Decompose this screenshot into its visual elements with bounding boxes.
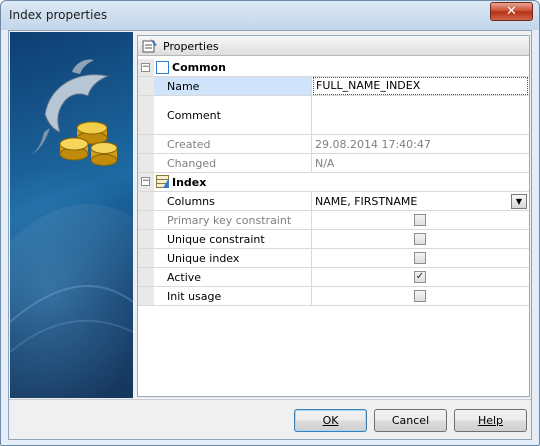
primary-key-checkbox: [414, 214, 426, 226]
name-value-input[interactable]: FULL_NAME_INDEX: [313, 77, 528, 95]
row-gutter: [138, 154, 154, 172]
property-label: Columns: [154, 192, 312, 210]
row-gutter: [138, 249, 154, 267]
panel-header: Properties: [138, 36, 529, 56]
category-label: Common: [172, 61, 226, 74]
property-label: Comment: [154, 96, 312, 134]
index-properties-window: Index properties ✕ Properties − Common N…: [0, 0, 540, 446]
help-button[interactable]: Help: [454, 409, 527, 432]
unique-index-checkbox[interactable]: [414, 252, 426, 264]
columns-value[interactable]: NAME, FIRSTNAME: [313, 192, 529, 210]
row-gutter: [138, 211, 154, 229]
comment-value-input[interactable]: [313, 96, 529, 134]
property-label: Name: [154, 77, 312, 95]
category-common[interactable]: − Common: [138, 59, 529, 77]
collapse-index-icon[interactable]: −: [141, 177, 150, 186]
property-row-columns[interactable]: Columns NAME, FIRSTNAME ▼: [138, 192, 529, 211]
dialog-body: Properties − Common Name FULL_NAME_INDEX: [8, 30, 532, 440]
dolphin-logo-icon: [10, 59, 133, 398]
row-gutter: [138, 268, 154, 286]
created-value: 29.08.2014 17:40:47: [315, 137, 431, 151]
property-row-comment[interactable]: Comment: [138, 96, 529, 135]
property-row-name[interactable]: Name FULL_NAME_INDEX: [138, 77, 529, 96]
property-label: Changed: [154, 154, 312, 172]
property-label: Init usage: [154, 287, 312, 305]
row-gutter: [138, 192, 154, 210]
property-label: Primary key constraint: [154, 211, 312, 229]
help-label: Help: [477, 414, 504, 427]
button-bar: OK Cancel Help: [9, 399, 531, 439]
title-bar[interactable]: Index properties ✕: [1, 1, 539, 30]
property-row-primary-key: Primary key constraint: [138, 211, 529, 230]
ok-button[interactable]: OK: [294, 409, 367, 432]
property-label: Active: [154, 268, 312, 286]
side-banner-image: [10, 32, 133, 398]
category-index[interactable]: − Index: [138, 173, 529, 192]
active-checkbox[interactable]: ✓: [414, 271, 426, 283]
property-row-unique-index[interactable]: Unique index: [138, 249, 529, 268]
properties-panel: Properties − Common Name FULL_NAME_INDEX: [137, 35, 530, 397]
row-gutter: [138, 135, 154, 153]
property-row-active[interactable]: Active ✓: [138, 268, 529, 287]
property-label: Unique index: [154, 249, 312, 267]
property-label: Unique constraint: [154, 230, 312, 248]
row-gutter: [138, 230, 154, 248]
property-row-created: Created 29.08.2014 17:40:47: [138, 135, 529, 154]
ok-label: OK: [322, 414, 339, 427]
property-row-init-usage[interactable]: Init usage: [138, 287, 529, 306]
init-usage-checkbox[interactable]: [414, 290, 426, 302]
cancel-button[interactable]: Cancel: [374, 409, 447, 432]
columns-dropdown-button[interactable]: ▼: [511, 194, 527, 209]
row-gutter: [138, 77, 154, 95]
changed-value: N/A: [315, 156, 335, 170]
row-gutter: [138, 96, 154, 134]
property-label: Created: [154, 135, 312, 153]
properties-icon: [142, 38, 158, 56]
panel-header-label: Properties: [163, 40, 219, 53]
window-title: Index properties: [9, 8, 108, 22]
close-button[interactable]: ✕: [490, 2, 533, 21]
collapse-common-icon[interactable]: −: [141, 63, 150, 72]
category-label: Index: [172, 175, 207, 189]
property-row-unique-constraint[interactable]: Unique constraint: [138, 230, 529, 249]
row-gutter: [138, 287, 154, 305]
property-row-changed: Changed N/A: [138, 154, 529, 173]
unique-constraint-checkbox[interactable]: [414, 233, 426, 245]
